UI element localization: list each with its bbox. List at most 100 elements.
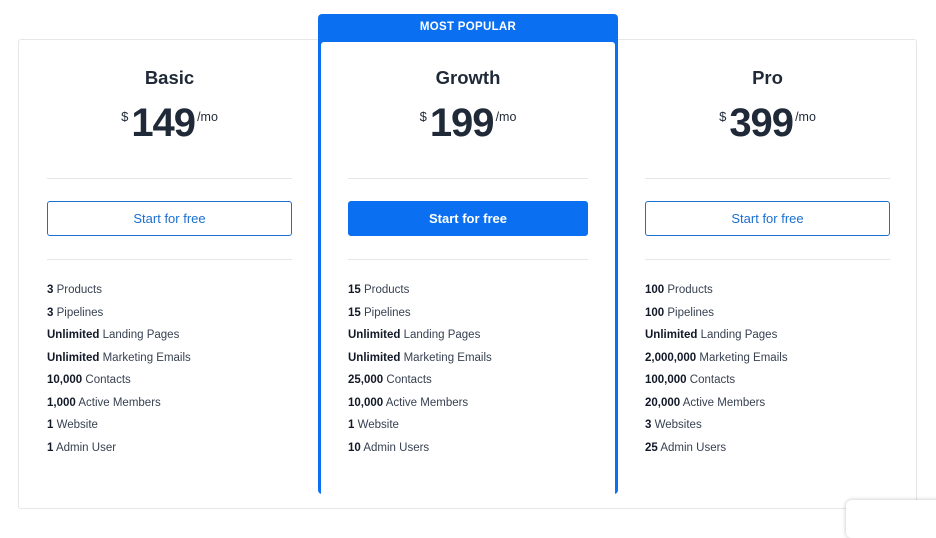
feature-value: 10,000 bbox=[47, 374, 83, 386]
feature-value: 1 bbox=[47, 419, 54, 431]
feature-label: Admin Users bbox=[363, 441, 430, 454]
feature-value: Unlimited bbox=[348, 351, 401, 364]
feature-label: Admin Users bbox=[660, 441, 727, 454]
feature-item: 10 Admin Users bbox=[348, 441, 588, 464]
price-currency: $ bbox=[719, 109, 727, 124]
plan-name: Growth bbox=[435, 67, 501, 88]
feature-item: 1,000 Active Members bbox=[47, 396, 292, 419]
feature-list: 3 Products 3 Pipelines Unlimited Landing… bbox=[47, 283, 292, 463]
feature-item: 20,000 Active Members bbox=[645, 396, 890, 419]
feature-item: 25,000 Contacts bbox=[348, 373, 588, 396]
feature-value: 20,000 bbox=[645, 396, 681, 409]
feature-value: 1,000 bbox=[47, 396, 76, 409]
feature-label: Active Members bbox=[385, 396, 469, 409]
feature-label: Active Members bbox=[682, 396, 766, 409]
feature-label: Products bbox=[667, 284, 713, 296]
feature-label: Marketing Emails bbox=[403, 351, 492, 364]
feature-value: 3 bbox=[47, 284, 54, 296]
plan-card-growth-body: Growth $199/mo Start for free 15 Product… bbox=[321, 42, 615, 498]
feature-label: Landing Pages bbox=[102, 329, 180, 341]
feature-item: 100,000 Contacts bbox=[645, 373, 890, 396]
feature-value: 25,000 bbox=[348, 374, 384, 386]
feature-label: Contacts bbox=[386, 374, 432, 386]
feature-value: Unlimited bbox=[645, 329, 698, 341]
feature-list: 100 Products 100 Pipelines Unlimited Lan… bbox=[645, 283, 890, 463]
plan-price: $199/mo bbox=[348, 101, 588, 146]
feature-item: 2,000,000 Marketing Emails bbox=[645, 351, 890, 374]
feature-label: Products bbox=[364, 284, 410, 296]
feature-item: 100 Products bbox=[645, 283, 890, 306]
divider bbox=[348, 178, 588, 179]
feature-item: 3 Products bbox=[47, 283, 292, 306]
plan-name: Basic bbox=[144, 67, 195, 88]
plan-card-growth: MOST POPULAR Growth $199/mo Start for fr… bbox=[318, 14, 618, 498]
feature-value: 25 bbox=[645, 441, 658, 454]
feature-value: 3 bbox=[645, 419, 652, 431]
feature-item: 3 Pipelines bbox=[47, 306, 292, 329]
feature-label: Landing Pages bbox=[403, 329, 481, 341]
feature-label: Websites bbox=[654, 419, 702, 431]
feature-label: Admin User bbox=[55, 441, 117, 454]
feature-item: Unlimited Landing Pages bbox=[645, 328, 890, 351]
most-popular-badge: MOST POPULAR bbox=[419, 21, 517, 33]
feature-value: 1 bbox=[47, 441, 54, 454]
plan-price: $149/mo bbox=[47, 101, 292, 146]
feature-value: 1 bbox=[348, 419, 355, 431]
feature-label: Contacts bbox=[689, 374, 736, 386]
divider bbox=[348, 259, 588, 260]
feature-value: 10,000 bbox=[348, 396, 384, 409]
feature-label: Website bbox=[56, 419, 98, 431]
feature-list: 15 Products 15 Pipelines Unlimited Landi… bbox=[348, 283, 588, 463]
feature-item: Unlimited Landing Pages bbox=[348, 328, 588, 351]
feature-label: Marketing Emails bbox=[699, 351, 788, 364]
feature-item: 15 Pipelines bbox=[348, 306, 588, 329]
feature-value: 15 bbox=[348, 306, 361, 319]
feature-value: 100 bbox=[645, 284, 665, 296]
feature-value: 3 bbox=[47, 306, 54, 319]
feature-label: Website bbox=[357, 419, 399, 431]
price-currency: $ bbox=[419, 109, 427, 124]
feature-item: 1 Admin User bbox=[47, 441, 292, 464]
divider bbox=[645, 178, 890, 179]
feature-label: Pipelines bbox=[667, 306, 715, 319]
divider bbox=[645, 259, 890, 260]
feature-item: 1 Website bbox=[348, 418, 588, 441]
feature-item: Unlimited Marketing Emails bbox=[348, 351, 588, 374]
plan-card-pro: Pro $399/mo Start for free 100 Products … bbox=[645, 40, 890, 492]
feature-value: Unlimited bbox=[47, 329, 100, 341]
feature-value: 15 bbox=[348, 284, 361, 296]
start-for-free-button-basic[interactable]: Start for free bbox=[47, 201, 292, 236]
feature-value: Unlimited bbox=[348, 329, 401, 341]
plan-name: Pro bbox=[752, 67, 783, 88]
price-amount: 199 bbox=[429, 101, 495, 145]
feature-label: Products bbox=[56, 284, 102, 296]
feature-item: 10,000 Contacts bbox=[47, 373, 292, 396]
feature-label: Marketing Emails bbox=[102, 351, 191, 364]
price-period: /mo bbox=[495, 110, 517, 124]
plan-card-basic: Basic $149/mo Start for free 3 Products … bbox=[47, 40, 292, 492]
start-for-free-button-growth[interactable]: Start for free bbox=[348, 201, 588, 236]
plan-price: $399/mo bbox=[645, 101, 890, 146]
price-amount: 149 bbox=[131, 101, 196, 145]
divider bbox=[47, 259, 292, 260]
feature-label: Contacts bbox=[85, 374, 131, 386]
price-amount: 399 bbox=[729, 101, 794, 145]
feature-label: Active Members bbox=[78, 396, 161, 409]
feature-value: 2,000,000 bbox=[645, 351, 697, 364]
price-period: /mo bbox=[795, 110, 816, 124]
divider bbox=[47, 178, 292, 179]
feature-item: 10,000 Active Members bbox=[348, 396, 588, 419]
feature-value: 100,000 bbox=[645, 374, 687, 386]
feature-value: 100 bbox=[645, 306, 665, 319]
feature-value: 10 bbox=[348, 441, 361, 454]
feature-label: Pipelines bbox=[56, 306, 104, 319]
feature-item: 25 Admin Users bbox=[645, 441, 890, 464]
feature-label: Landing Pages bbox=[700, 329, 778, 341]
feature-item: Unlimited Landing Pages bbox=[47, 328, 292, 351]
feature-item: 15 Products bbox=[348, 283, 588, 306]
feature-label: Pipelines bbox=[364, 306, 411, 319]
feature-value: Unlimited bbox=[47, 351, 100, 364]
feature-item: 1 Website bbox=[47, 418, 292, 441]
floating-widget[interactable] bbox=[846, 500, 936, 538]
start-for-free-button-pro[interactable]: Start for free bbox=[645, 201, 890, 236]
